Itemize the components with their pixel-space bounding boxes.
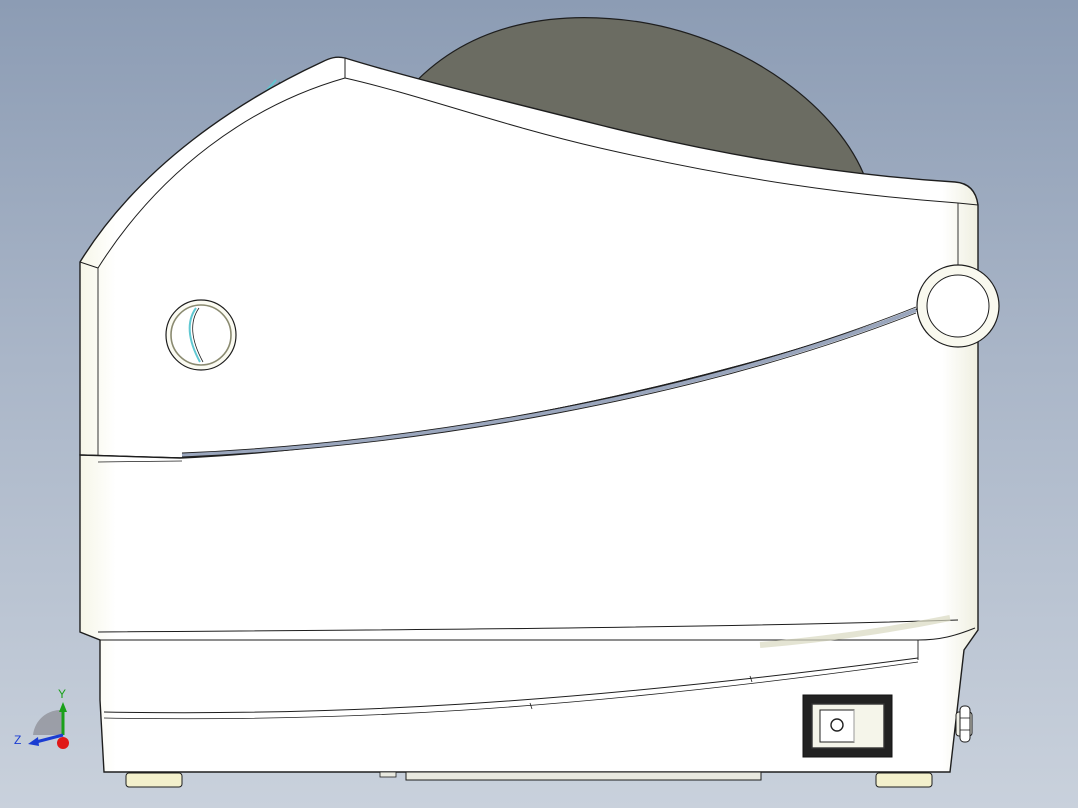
cover-release-knob[interactable] <box>165 299 237 371</box>
z-axis-label: Z <box>14 733 21 747</box>
x-axis-origin <box>57 737 69 749</box>
foot-right <box>875 772 933 788</box>
bottom-slot <box>405 771 762 781</box>
graphics-viewport[interactable]: Y Z <box>0 0 1078 808</box>
rear-connector <box>955 705 973 743</box>
triad-shadow-wedge <box>33 709 63 735</box>
orientation-triad: Y Z <box>14 687 69 749</box>
printer-model-side-view[interactable] <box>0 0 1078 808</box>
y-axis-label: Y <box>58 687 66 701</box>
foot-left <box>125 772 183 788</box>
power-switch[interactable] <box>802 694 893 758</box>
hinge-boss <box>916 264 1000 348</box>
